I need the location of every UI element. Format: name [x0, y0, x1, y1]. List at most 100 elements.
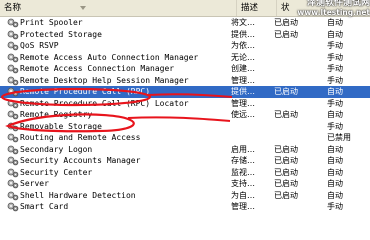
service-startup-type: 自动 [327, 167, 343, 177]
service-row[interactable]: Smart Card 管理… 手动 [0, 201, 370, 213]
service-icon-cell [6, 86, 20, 98]
service-name: Removable Storage [20, 121, 102, 131]
service-description: 监视… [231, 167, 255, 177]
service-row[interactable]: Routing and Remote Access 已禁用 [0, 132, 370, 144]
service-status [274, 98, 322, 110]
service-startup-type: 自动 [327, 29, 343, 39]
service-startup-type: 手动 [327, 121, 343, 131]
service-icon-cell [6, 98, 20, 110]
service-icon-cell [6, 17, 20, 29]
service-name: Remote Access Auto Connection Manager [20, 52, 199, 62]
column-header-name-label: 名称 [4, 3, 22, 13]
service-gear-icon [7, 133, 19, 143]
service-startup-type: 手动 [327, 98, 343, 108]
service-row[interactable]: Remote Procedure Call (RPC) Locator 管理… 手动 [0, 98, 370, 110]
service-name: Remote Procedure Call (RPC) Locator [20, 98, 189, 108]
service-status: 已启动 [274, 29, 298, 39]
service-status: 已启动 [274, 179, 298, 188]
service-startup-type: 自动 [327, 156, 343, 165]
service-icon-cell [6, 178, 20, 190]
service-description: 管理… [231, 202, 255, 211]
service-row[interactable]: Protected Storage 提供… 已启动 自动 [0, 29, 370, 41]
service-row[interactable]: Secondary Logon 启用… 已启动 自动 [0, 144, 370, 156]
service-startup-type: 手动 [327, 75, 343, 85]
service-description: 将文… [231, 18, 255, 27]
service-icon-cell [6, 144, 20, 156]
column-header-description[interactable]: 描述 [237, 0, 277, 16]
service-description: 创建… [231, 64, 255, 73]
service-status [274, 132, 322, 144]
service-status [274, 63, 322, 75]
service-icon-cell [6, 29, 20, 41]
service-gear-icon [7, 76, 19, 85]
service-icon-cell [6, 155, 20, 167]
service-gear-icon [7, 156, 19, 166]
column-header-name[interactable]: 名称 [0, 0, 237, 16]
service-name: Protected Storage [20, 29, 102, 39]
service-description: 使远… [231, 110, 255, 119]
service-gear-icon [7, 145, 19, 154]
service-row[interactable]: Shell Hardware Detection 为自… 已启动 自动 [0, 190, 370, 202]
service-gear-icon [7, 122, 19, 131]
service-row[interactable]: Remote Desktop Help Session Manager 管理… 手动 [0, 75, 370, 87]
service-status [274, 40, 322, 52]
service-name: Remote Procedure Call (RPC) [20, 87, 151, 96]
service-row[interactable]: Security Accounts Manager 存储… 已启动 自动 [0, 155, 370, 167]
service-description: 提供… [231, 29, 255, 39]
sort-descending-icon [80, 6, 86, 10]
service-startup-type: 手动 [327, 52, 343, 62]
service-gear-icon [7, 53, 19, 62]
service-description: 支持… [231, 179, 255, 188]
service-name: Secondary Logon [20, 144, 93, 154]
service-row[interactable]: Server 支持… 已启动 自动 [0, 178, 370, 190]
service-gear-icon [7, 30, 19, 39]
service-row[interactable]: Remote Access Auto Connection Manager 无论…… [0, 52, 370, 64]
service-gear-icon [7, 191, 19, 200]
service-row[interactable]: Remote Registry 使远… 已启动 自动 [0, 109, 370, 121]
services-list: Print Spooler 将文… 已启动 自动 Protected Storage 提供… [0, 17, 370, 213]
service-status: 已启动 [274, 87, 298, 96]
service-gear-icon [7, 18, 19, 28]
service-startup-type: 自动 [327, 179, 343, 188]
service-gear-icon [7, 110, 19, 120]
service-row[interactable]: Security Center 监视… 已启动 自动 [0, 167, 370, 179]
service-name: Smart Card [20, 202, 69, 211]
service-icon-cell [6, 121, 20, 133]
service-description: 管理… [231, 98, 255, 108]
service-startup-type: 自动 [327, 110, 343, 119]
service-row[interactable]: Remote Procedure Call (RPC) 提供… 已启动 自动 [0, 86, 370, 98]
service-description [231, 132, 271, 144]
watermark-url: www.ltesting.net [297, 8, 370, 17]
service-name: Server [20, 179, 49, 188]
service-name: Security Accounts Manager [20, 156, 141, 165]
service-row[interactable]: QoS RSVP 为依… 手动 [0, 40, 370, 52]
service-icon-cell [6, 75, 20, 87]
service-status [274, 121, 322, 133]
service-icon-cell [6, 132, 20, 144]
service-row[interactable]: Remote Access Connection Manager 创建… 手动 [0, 63, 370, 75]
service-description: 存储… [231, 156, 255, 165]
service-startup-type: 手动 [327, 41, 343, 50]
service-gear-icon [7, 202, 19, 212]
service-description: 启用… [231, 144, 255, 154]
service-description [231, 121, 271, 133]
service-gear-icon [7, 64, 19, 74]
service-description: 提供… [231, 87, 255, 96]
service-name: QoS RSVP [20, 41, 59, 50]
service-row[interactable]: Removable Storage 手动 [0, 121, 370, 133]
service-startup-type: 手动 [327, 64, 343, 73]
service-name: Remote Desktop Help Session Manager [20, 75, 189, 85]
service-status [274, 75, 322, 87]
service-description: 为自… [231, 190, 255, 200]
service-gear-icon [7, 87, 19, 97]
service-status [274, 52, 322, 64]
service-gear-icon [7, 99, 19, 108]
service-description: 管理… [231, 75, 255, 85]
service-startup-type: 已禁用 [327, 133, 351, 142]
service-startup-type: 自动 [327, 144, 343, 154]
service-description: 为依… [231, 41, 255, 50]
service-status: 已启动 [274, 167, 298, 177]
service-gear-icon [7, 41, 19, 51]
service-status: 已启动 [274, 110, 298, 119]
service-description: 无论… [231, 52, 255, 62]
